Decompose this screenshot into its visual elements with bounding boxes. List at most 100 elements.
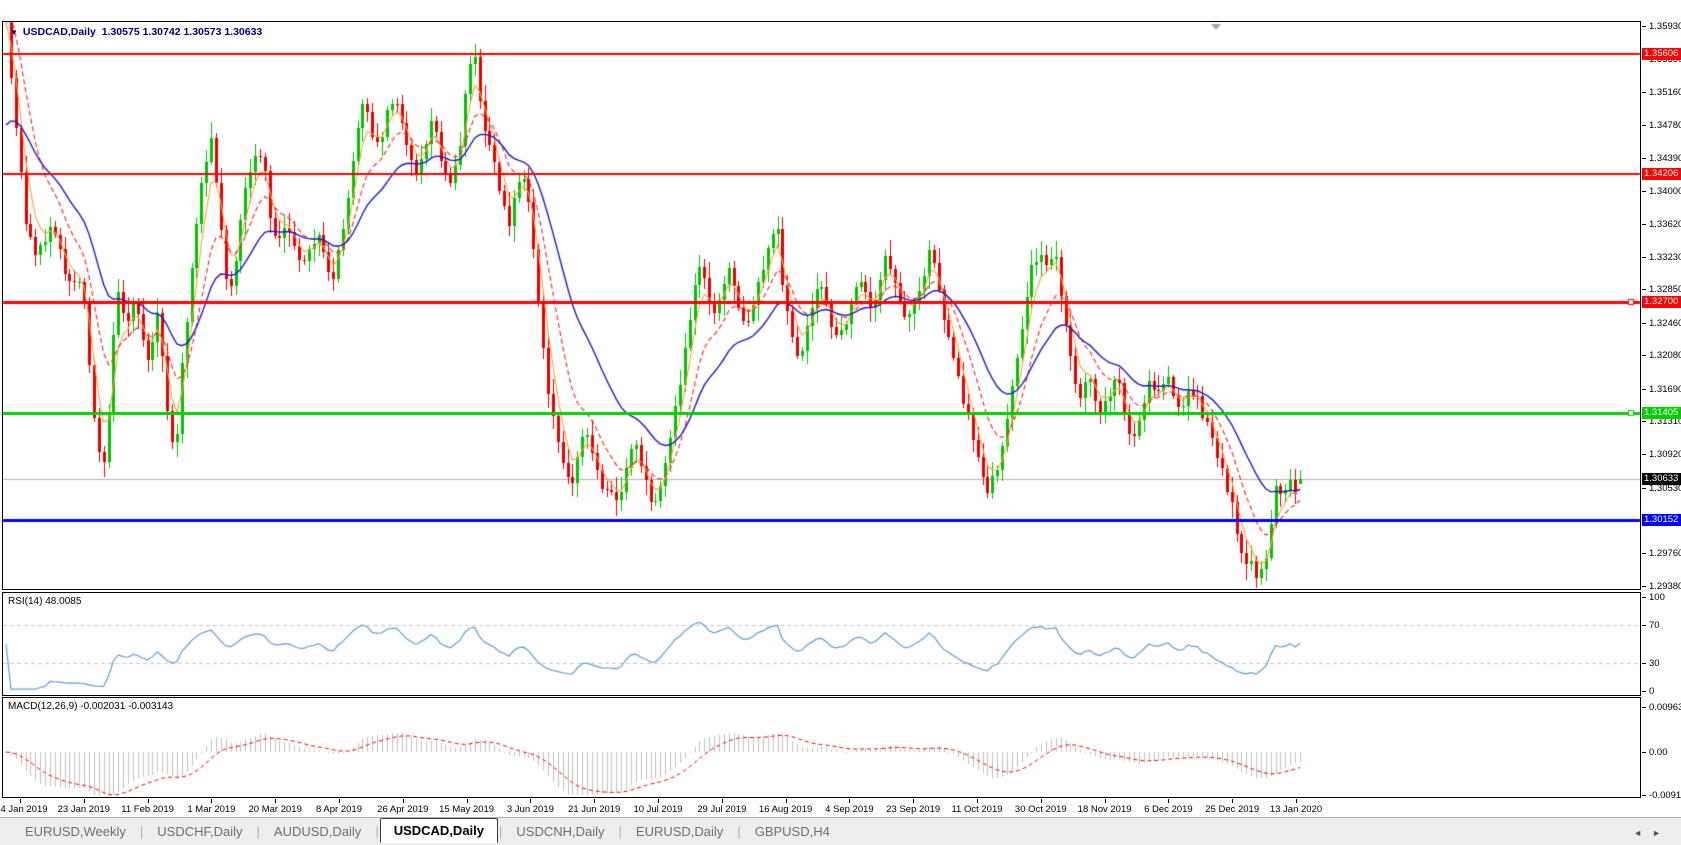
price-axis-label: 1.30920 <box>1649 449 1681 460</box>
price-axis-tick <box>1642 421 1646 422</box>
price-axis-label: 1.34780 <box>1649 120 1681 131</box>
tab-usdcnh-daily[interactable]: USDCNH,Daily <box>503 820 617 843</box>
price-axis-tick <box>1642 92 1646 93</box>
rsi-axis-label: 30 <box>1649 658 1660 669</box>
tab-separator: | <box>499 824 502 839</box>
price-axis-tick <box>1642 586 1646 587</box>
time-axis[interactable]: 4 Jan 2019 23 Jan 2019 11 Feb 2019 1 Mar 20… <box>2 799 1641 816</box>
macd-label: MACD(12,26,9) -0.002031 -0.003143 <box>8 701 173 712</box>
macd-axis-tick <box>1642 795 1646 796</box>
tab-eurusd-weekly[interactable]: EURUSD,Weekly <box>12 820 139 843</box>
trading-terminal: T ⇅ ▼ M1M5M15M30H1H4D1W1MN ▼USDCAD,Daily… <box>0 0 1681 845</box>
time-axis-tick <box>275 799 276 803</box>
level-price-label: 1.31405 <box>1642 407 1681 419</box>
price-axis-tick <box>1642 289 1646 290</box>
price-axis-tick <box>1642 355 1646 356</box>
time-axis-tick <box>530 799 531 803</box>
time-axis-label: 23 Jan 2019 <box>58 804 110 815</box>
level-price-label: 1.35606 <box>1642 48 1681 60</box>
price-axis-tick <box>1642 125 1646 126</box>
rsi-axis-label: 0 <box>1649 686 1654 697</box>
time-axis-label: 26 Apr 2019 <box>377 804 428 815</box>
level-price-label: 1.30152 <box>1642 514 1681 526</box>
price-axis-label: 1.31690 <box>1649 384 1681 395</box>
time-axis-tick <box>913 799 914 803</box>
tab-gbpusd-h4[interactable]: GBPUSD,H4 <box>742 820 843 843</box>
time-axis-label: 23 Sep 2019 <box>886 804 940 815</box>
tab-separator: | <box>375 824 378 839</box>
time-axis-tick <box>1168 799 1169 803</box>
price-axis-tick <box>1642 191 1646 192</box>
time-axis-label: 11 Feb 2019 <box>121 804 174 815</box>
macd-name: MACD(12,26,9) <box>8 701 77 712</box>
time-axis-tick <box>339 799 340 803</box>
tab-separator: | <box>257 824 260 839</box>
rsi-axis-tick <box>1642 691 1646 692</box>
current-price-label: 1.30633 <box>1642 473 1681 485</box>
time-axis-label: 13 Jan 2020 <box>1270 804 1322 815</box>
level-price-label: 1.32700 <box>1642 296 1681 308</box>
price-axis-label: 1.35930 <box>1649 21 1681 32</box>
macd-axis-label: -0.009134 <box>1649 790 1681 801</box>
price-axis-label: 1.34390 <box>1649 153 1681 164</box>
time-axis-label: 20 Mar 2019 <box>249 804 302 815</box>
chart-caret-icon[interactable]: ▼ <box>10 28 18 37</box>
time-axis-label: 21 Jun 2019 <box>568 804 620 815</box>
tab-audusd-daily[interactable]: AUDUSD,Daily <box>261 820 374 843</box>
time-axis-label: 1 Mar 2019 <box>187 804 235 815</box>
time-axis-label: 6 Dec 2019 <box>1144 804 1193 815</box>
macd-axis-tick <box>1642 752 1646 753</box>
time-axis-label: 11 Oct 2019 <box>951 804 1002 815</box>
time-axis-label: 4 Jan 2019 <box>0 804 47 815</box>
time-axis-label: 29 Jul 2019 <box>697 804 746 815</box>
time-axis-tick <box>467 799 468 803</box>
tab-eurusd-daily[interactable]: EURUSD,Daily <box>623 820 736 843</box>
tab-usdcad-daily[interactable]: USDCAD,Daily <box>380 818 498 843</box>
price-axis-tick <box>1642 553 1646 554</box>
chart-canvas[interactable] <box>0 0 1681 845</box>
macd-axis-label: 0.009633 <box>1649 702 1681 713</box>
rsi-value: 48.0085 <box>45 596 81 607</box>
price-axis-tick <box>1642 158 1646 159</box>
time-axis-tick <box>977 799 978 803</box>
chart-title: ▼USDCAD,Daily 1.30575 1.30742 1.30573 1.… <box>10 26 262 38</box>
tab-usdchf-daily[interactable]: USDCHF,Daily <box>144 820 255 843</box>
rsi-axis-tick <box>1642 625 1646 626</box>
price-axis-label: 1.33230 <box>1649 252 1681 263</box>
macd-axis-tick <box>1642 707 1646 708</box>
price-axis-tick <box>1642 26 1646 27</box>
price-axis-label: 1.32460 <box>1649 318 1681 329</box>
price-axis-tick <box>1642 323 1646 324</box>
rsi-axis-label: 100 <box>1649 592 1665 603</box>
time-axis-label: 3 Jun 2019 <box>507 804 554 815</box>
tab-scroll-arrows[interactable]: ◄► <box>1633 828 1671 838</box>
time-axis-label: 10 Jul 2019 <box>633 804 682 815</box>
price-axis-tick <box>1642 488 1646 489</box>
time-axis-label: 4 Sep 2019 <box>825 804 874 815</box>
rsi-axis-tick <box>1642 663 1646 664</box>
macd-axis-label: 0.00 <box>1649 747 1668 758</box>
time-axis-tick <box>594 799 595 803</box>
time-axis-tick <box>1105 799 1106 803</box>
time-axis-label: 8 Apr 2019 <box>316 804 362 815</box>
time-axis-label: 15 May 2019 <box>439 804 494 815</box>
time-axis-tick <box>1232 799 1233 803</box>
time-axis-tick <box>211 799 212 803</box>
tab-separator: | <box>737 824 740 839</box>
time-axis-tick <box>1296 799 1297 803</box>
time-axis-label: 25 Dec 2019 <box>1205 804 1259 815</box>
time-axis-tick <box>849 799 850 803</box>
price-axis-label: 1.33620 <box>1649 219 1681 230</box>
tab-separator: | <box>140 824 143 839</box>
price-axis-tick <box>1642 257 1646 258</box>
price-axis-label: 1.32080 <box>1649 350 1681 361</box>
price-axis-tick <box>1642 454 1646 455</box>
chart-ohlc-values: 1.30575 1.30742 1.30573 1.30633 <box>102 26 263 38</box>
time-axis-tick <box>786 799 787 803</box>
time-axis-tick <box>20 799 21 803</box>
price-axis-label: 1.29760 <box>1649 548 1681 559</box>
time-axis-tick <box>148 799 149 803</box>
price-axis-label: 1.32850 <box>1649 284 1681 295</box>
price-axis[interactable]: 1.359301.355501.351601.347801.343901.340… <box>1642 21 1681 798</box>
time-axis-tick <box>403 799 404 803</box>
